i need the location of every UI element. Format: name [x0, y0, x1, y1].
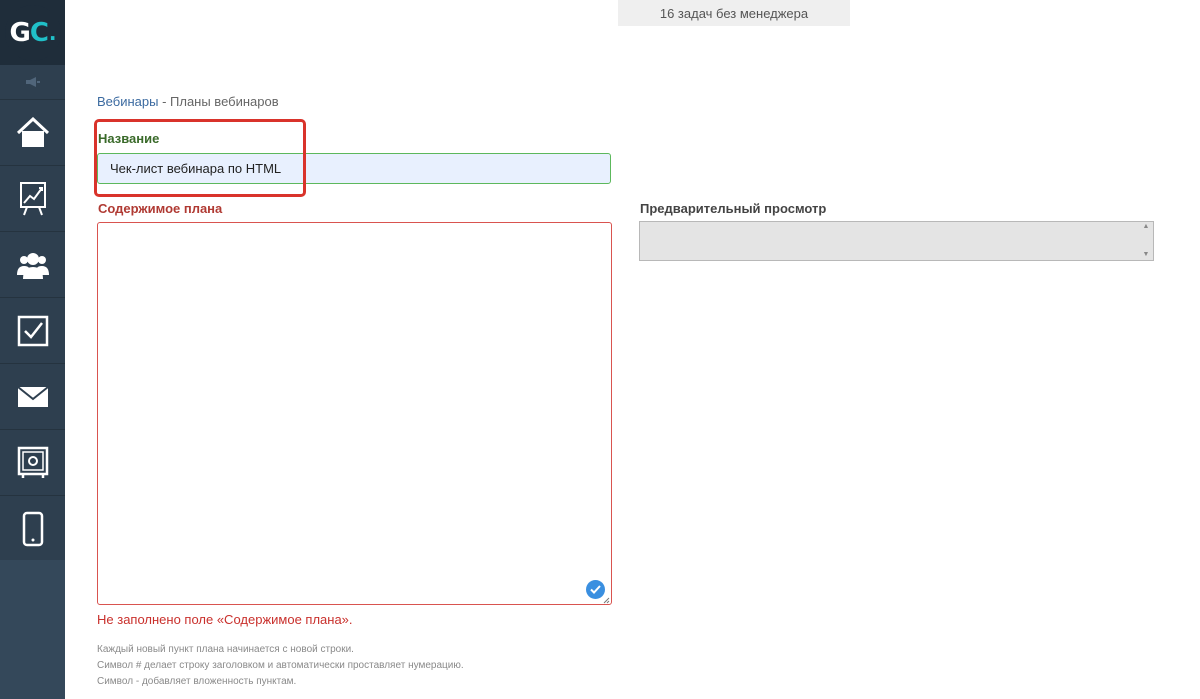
help-line-1: Каждый новый пункт плана начинается с но…	[97, 644, 354, 655]
announcements-button[interactable]	[0, 65, 65, 100]
home-icon	[16, 116, 49, 147]
logo[interactable]: GC.	[0, 0, 65, 65]
sidebar-item-home[interactable]	[0, 100, 65, 166]
content-label: Содержимое плана	[98, 201, 223, 216]
breadcrumb-separator: -	[158, 94, 171, 109]
help-line-3: Символ - добавляет вложенность пунктам.	[97, 676, 297, 687]
sidebar-item-users[interactable]	[0, 232, 65, 298]
breadcrumb: Вебинары - Планы вебинаров	[97, 94, 279, 109]
preview-panel: ▲ ▼	[639, 221, 1154, 261]
logo-letter-c: C	[29, 17, 49, 48]
preview-scrollbar[interactable]: ▲ ▼	[1139, 222, 1153, 260]
mail-icon	[16, 385, 49, 407]
name-input[interactable]	[97, 153, 611, 184]
safe-icon	[17, 446, 48, 478]
breadcrumb-current: Планы вебинаров	[170, 94, 279, 109]
scroll-up-icon[interactable]: ▲	[1143, 222, 1150, 232]
logo-mark: GC.	[4, 4, 61, 61]
tasks-checkbox-icon	[17, 315, 48, 346]
help-line-2: Символ # делает строку заголовком и авто…	[97, 660, 464, 671]
logo-dot: .	[48, 20, 57, 45]
unassigned-tasks-notice[interactable]: 16 задач без менеджера	[618, 0, 850, 26]
sidebar-item-messages[interactable]	[0, 364, 65, 430]
sidebar-item-safe[interactable]	[0, 430, 65, 496]
mobile-icon	[22, 511, 43, 546]
content-textarea[interactable]	[97, 222, 612, 605]
scroll-down-icon[interactable]: ▼	[1143, 250, 1150, 260]
sidebar-item-reports[interactable]	[0, 166, 65, 232]
resize-handle-icon[interactable]	[603, 597, 610, 604]
preview-label: Предварительный просмотр	[640, 201, 827, 216]
name-label: Название	[98, 131, 160, 146]
sidebar-footer	[0, 560, 65, 699]
sidebar-item-mobile[interactable]	[0, 496, 65, 562]
logo-letter-g: G	[9, 17, 30, 48]
sidebar: GC.	[0, 0, 65, 699]
users-icon	[16, 252, 49, 279]
megaphone-icon	[25, 77, 40, 87]
breadcrumb-webinars-link[interactable]: Вебинары	[97, 94, 158, 109]
sidebar-item-tasks[interactable]	[0, 298, 65, 364]
chart-board-icon	[19, 181, 46, 215]
content-error-message: Не заполнено поле «Содержимое плана».	[97, 612, 353, 627]
